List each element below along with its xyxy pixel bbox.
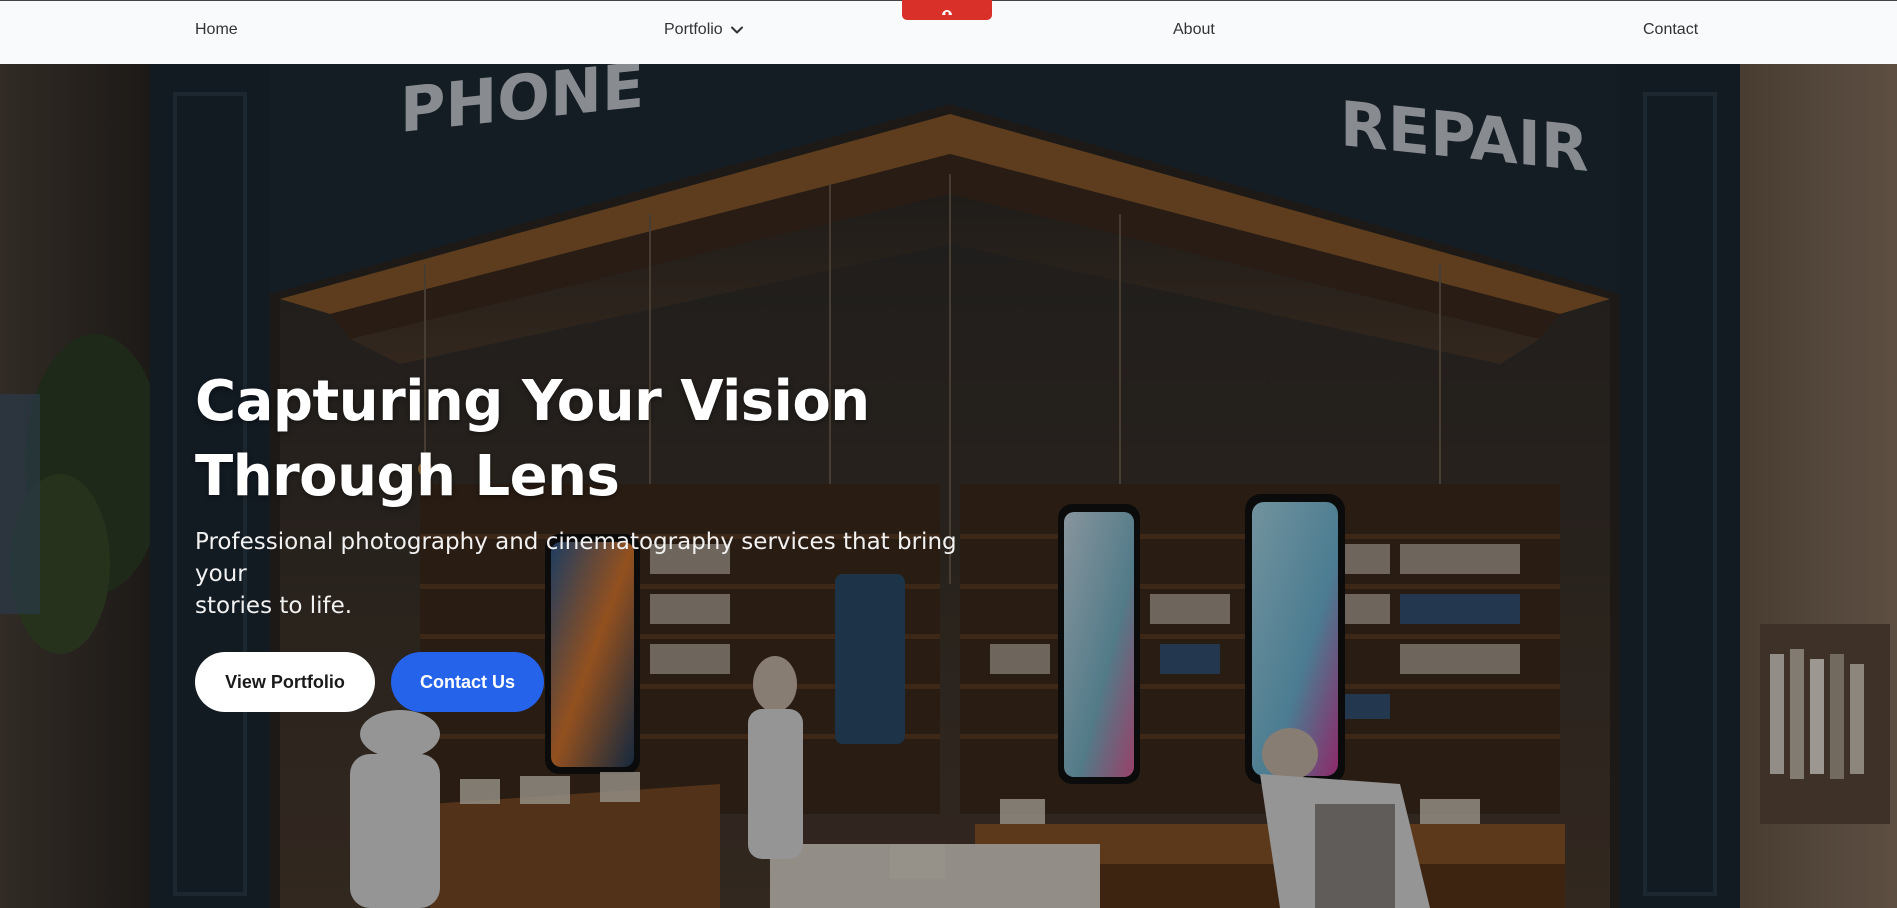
nav-contact-link[interactable]: Contact [1643,21,1698,39]
contact-us-button[interactable]: Contact Us [391,652,544,712]
hero-subtitle: Professional photography and cinematogra… [195,526,985,622]
top-navbar: Home Portfolio About Contact [0,0,1897,64]
nav-portfolio-dropdown[interactable]: Portfolio [664,21,745,39]
hero-button-row: View Portfolio Contact Us [195,652,995,712]
record-icon [942,10,952,16]
hero-title-line1: Capturing Your Vision [195,369,870,434]
hero-title: Capturing Your Vision Through Lens [195,364,995,514]
nav-about-link[interactable]: About [1173,21,1215,39]
recording-indicator-tab[interactable] [902,0,992,20]
hero-subtitle-line2: stories to life. [195,593,353,619]
nav-home-link[interactable]: Home [195,21,238,39]
page: Home Portfolio About Contact PHONE REPAI… [0,0,1897,908]
view-portfolio-button[interactable]: View Portfolio [195,652,375,712]
chevron-down-icon [730,26,743,34]
hero-subtitle-line1: Professional photography and cinematogra… [195,529,957,587]
hero-title-line2: Through Lens [195,444,620,509]
hero-section: PHONE REPAIR Capturing Your Vision Throu… [0,64,1897,908]
hero-content: Capturing Your Vision Through Lens Profe… [195,364,995,712]
nav-portfolio-label: Portfolio [664,21,723,38]
